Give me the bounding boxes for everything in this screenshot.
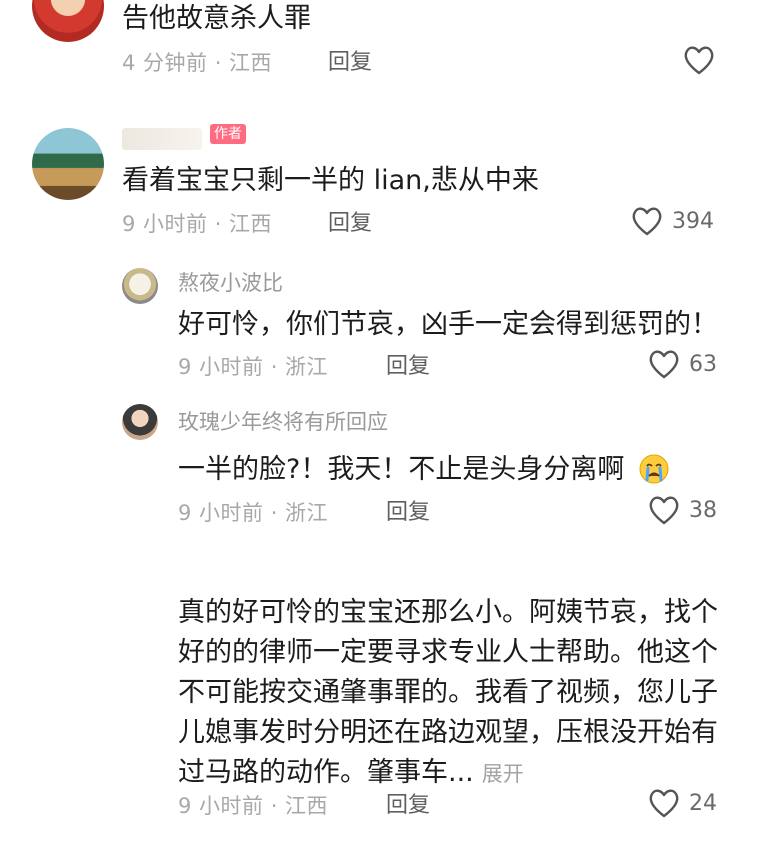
avatar[interactable] <box>122 404 158 440</box>
comment-meta: 9 小时前 · 江西 <box>122 212 273 236</box>
comment-meta: 9 小时前 · 浙江 <box>178 501 329 525</box>
comment-text: 告他故意杀人罪 <box>122 3 311 34</box>
heart-icon <box>630 205 664 237</box>
comment-meta: 9 小时前 · 浙江 <box>178 355 329 379</box>
reply-button[interactable]: 回复 <box>328 50 372 76</box>
like-button[interactable]: 38 <box>647 494 717 526</box>
reply-button[interactable]: 回复 <box>386 354 430 380</box>
comment-text: 看着宝宝只剩一半的 lian,悲从中来 <box>122 165 539 196</box>
comment-line-last: 过马路的动作。肇事车... 展开 <box>178 756 524 791</box>
author-badge: 作者 <box>210 124 246 144</box>
like-button[interactable]: 63 <box>647 348 717 380</box>
like-count: 24 <box>689 790 717 816</box>
heart-icon <box>682 44 716 76</box>
username[interactable]: 熬夜小波比 <box>178 270 283 296</box>
comment-line: 儿媳事发时分明还在路边观望，压根没开始有 <box>178 717 718 748</box>
username[interactable] <box>122 128 202 150</box>
comment-meta: 9 小时前 · 江西 <box>178 794 329 818</box>
comment-line: 过马路的动作。肇事车... <box>178 757 474 788</box>
heart-icon <box>647 787 681 819</box>
comment-text: 一半的脸?！我天！不止是头身分离啊 <box>178 453 669 493</box>
comment-text-content: 一半的脸?！我天！不止是头身分离啊 <box>178 454 625 485</box>
comment-meta: 4 分钟前 · 江西 <box>122 51 273 75</box>
comment-line: 不可能按交通肇事罪的。我看了视频，您儿子 <box>178 677 718 708</box>
heart-icon <box>647 348 681 380</box>
like-button[interactable]: 24 <box>647 787 717 819</box>
username[interactable]: 玫瑰少年终将有所回应 <box>178 409 388 435</box>
reply-button[interactable]: 回复 <box>386 500 430 526</box>
reply-button[interactable]: 回复 <box>328 211 372 237</box>
like-count: 38 <box>689 497 717 523</box>
avatar[interactable] <box>32 0 104 42</box>
expand-link[interactable]: 展开 <box>482 762 524 786</box>
like-button[interactable]: 394 <box>630 205 714 237</box>
like-count: 63 <box>689 351 717 377</box>
like-count: 394 <box>672 208 714 234</box>
comment-text: 好可怜，你们节哀，凶手一定会得到惩罚的！ <box>178 309 718 340</box>
reply-button[interactable]: 回复 <box>386 793 430 819</box>
comment-line: 好的的律师一定要寻求专业人士帮助。他这个 <box>178 637 718 668</box>
like-button[interactable] <box>682 44 716 76</box>
comment-line: 真的好可怜的宝宝还那么小。阿姨节哀，找个 <box>178 597 718 628</box>
heart-icon <box>647 494 681 526</box>
crying-face-icon <box>639 454 669 493</box>
avatar[interactable] <box>32 128 104 200</box>
avatar[interactable] <box>122 268 158 304</box>
